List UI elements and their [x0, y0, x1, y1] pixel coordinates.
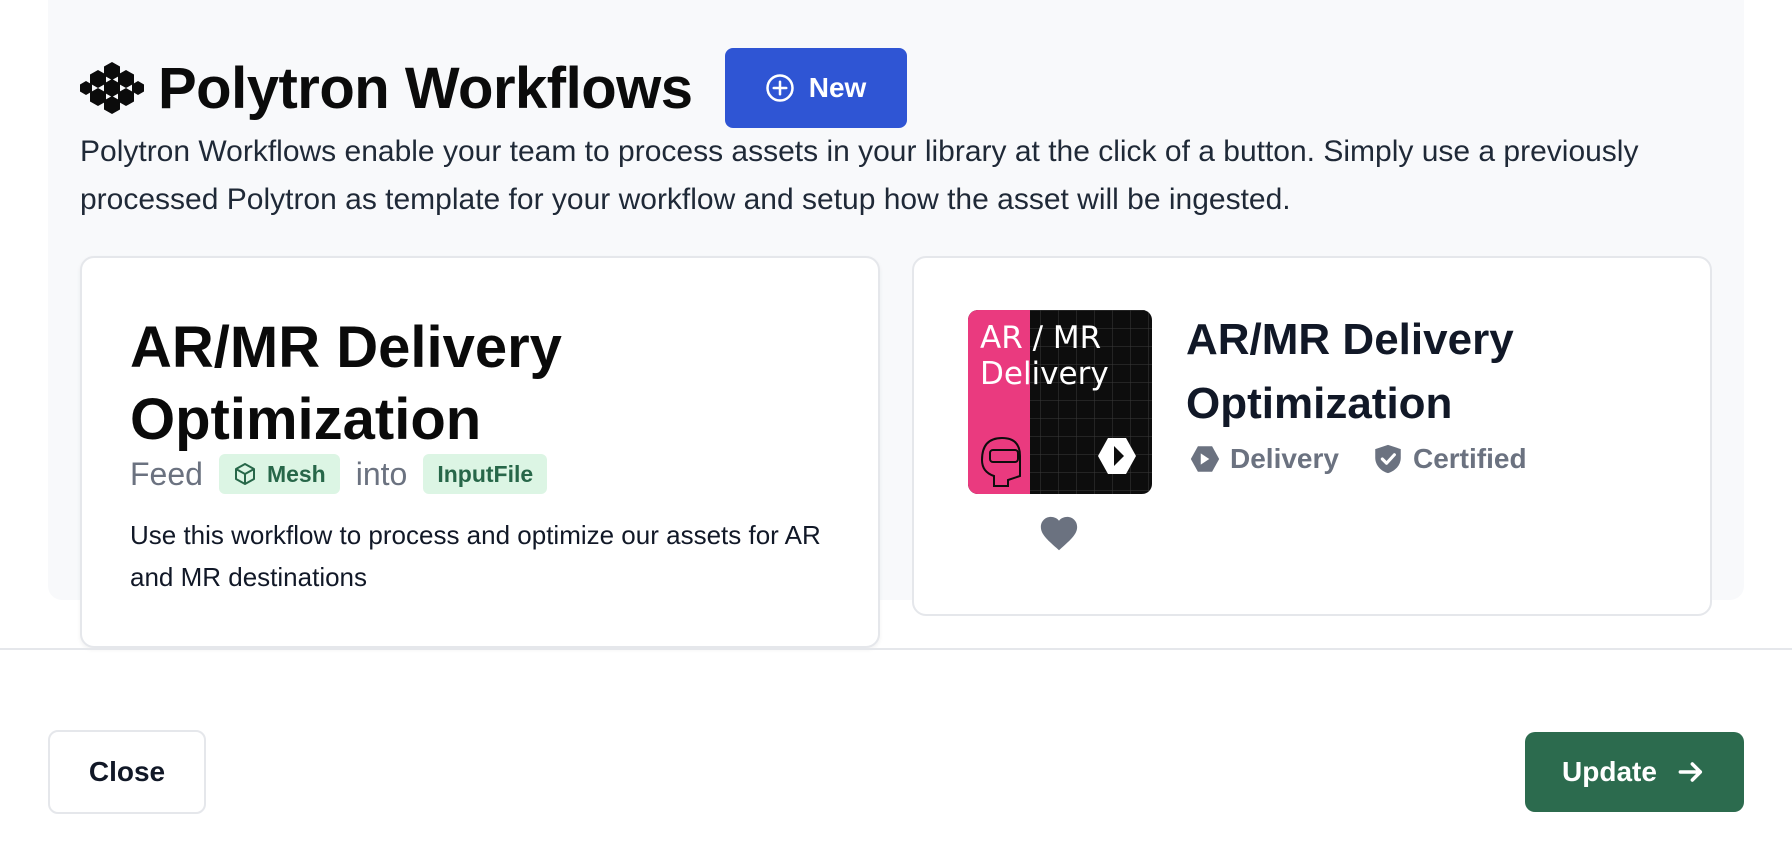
close-button-label: Close [88, 756, 166, 787]
template-card[interactable]: AR / MR Delivery AR/MR Delivery Optimiza… [912, 256, 1712, 616]
update-button[interactable]: Update [1525, 732, 1744, 812]
update-button-label: Update [1562, 756, 1657, 787]
page-title: Polytron Workflows [158, 55, 693, 121]
template-thumbnail: AR / MR Delivery [968, 310, 1152, 494]
workflow-card[interactable]: AR/MR Delivery Optimization Feed Mesh in… [80, 256, 880, 648]
into-label: into [355, 455, 408, 492]
hexagon-cluster-icon [80, 56, 144, 120]
thumb-text-line2: Delivery [980, 356, 1109, 392]
badge-item: Certified [1371, 442, 1527, 476]
new-workflow-button[interactable]: New [724, 48, 907, 128]
shield-check-icon [1375, 444, 1401, 474]
feed-row: Feed Mesh into InputFile [130, 454, 548, 494]
output-tag-label: InputFile [437, 460, 534, 487]
workflow-description: Use this workflow to process and optimiz… [130, 520, 821, 592]
header: Polytron Workflows New [80, 48, 907, 128]
page-description: Polytron Workflows enable your team to p… [80, 135, 1639, 216]
heart-icon[interactable] [1038, 514, 1080, 552]
badge-label: Certified [1412, 443, 1527, 474]
new-button-label: New [808, 72, 867, 103]
thumb-text-line1: AR / MR [980, 320, 1101, 356]
input-tag-label: Mesh [266, 460, 326, 487]
close-button[interactable]: Close [48, 730, 206, 814]
feed-label: Feed [130, 455, 203, 492]
output-type-tag: InputFile [423, 454, 548, 494]
delivery-icon [1190, 446, 1220, 472]
cube-icon [234, 463, 255, 485]
template-title: AR/MR Delivery Optimization [1186, 315, 1514, 428]
input-type-tag: Mesh [218, 454, 340, 494]
arrow-right-icon [1678, 762, 1703, 782]
plus-circle-icon [765, 74, 794, 102]
category-label: Delivery [1230, 443, 1339, 474]
category-item: Delivery [1188, 442, 1339, 476]
template-meta: Delivery Certified [1188, 442, 1527, 476]
footer-divider [0, 648, 1792, 650]
workflow-title: AR/MR Delivery Optimization [130, 315, 562, 452]
